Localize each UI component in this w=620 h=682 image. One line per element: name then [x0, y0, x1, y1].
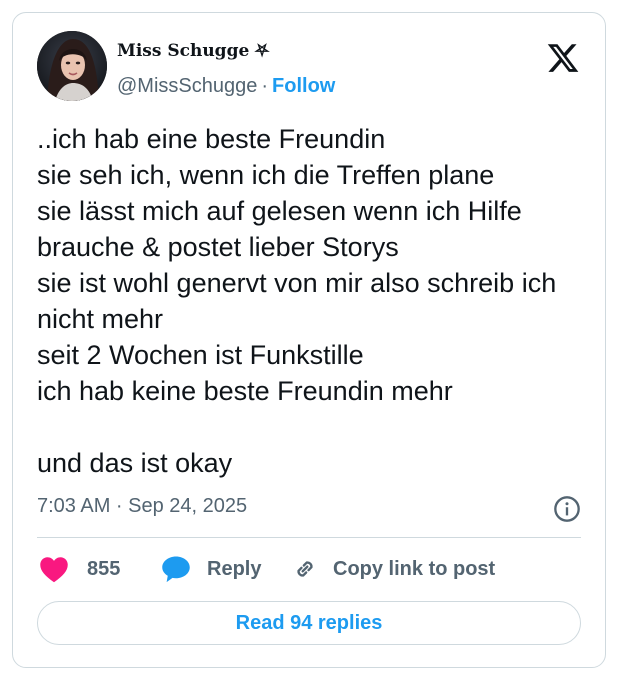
avatar[interactable] [37, 31, 107, 101]
author-handle-row: @MissSchugge · Follow [117, 75, 335, 98]
reply-label: Reply [207, 557, 262, 580]
read-replies-button[interactable]: Read 94 replies [37, 601, 581, 645]
tweet-card: Miss Schugge ⛧ @MissSchugge · Follow ..ich… [12, 12, 606, 668]
avatar-image [37, 31, 107, 101]
copy-link-button[interactable]: Copy link to post [291, 549, 495, 589]
link-icon [297, 561, 313, 577]
info-icon[interactable] [553, 495, 581, 523]
tweet-header: Miss Schugge ⛧ @MissSchugge · Follow [37, 31, 581, 103]
like-count: 855 [87, 557, 121, 580]
reply-button[interactable]: Reply [161, 549, 261, 589]
heart-icon [40, 557, 68, 583]
tweet-timestamp[interactable]: 7:03 AM · Sep 24, 2025 [37, 495, 247, 518]
follow-button[interactable]: Follow [272, 75, 335, 97]
x-logo-icon[interactable] [545, 41, 581, 75]
tweet-text: ..ich hab eine beste Freundin sie seh ic… [37, 124, 557, 478]
author-handle[interactable]: @MissSchugge [117, 75, 257, 97]
handle-separator: · [261, 75, 269, 97]
copy-link-label: Copy link to post [333, 557, 496, 580]
divider [37, 537, 581, 538]
action-bar: 855 Reply Copy link to post [37, 549, 581, 589]
like-button[interactable]: 855 [39, 549, 120, 589]
tweet-meta: 7:03 AM · Sep 24, 2025 [37, 493, 581, 525]
speech-bubble-icon [162, 556, 190, 583]
author-display-name[interactable]: Miss Schugge ⛧ [117, 41, 269, 61]
